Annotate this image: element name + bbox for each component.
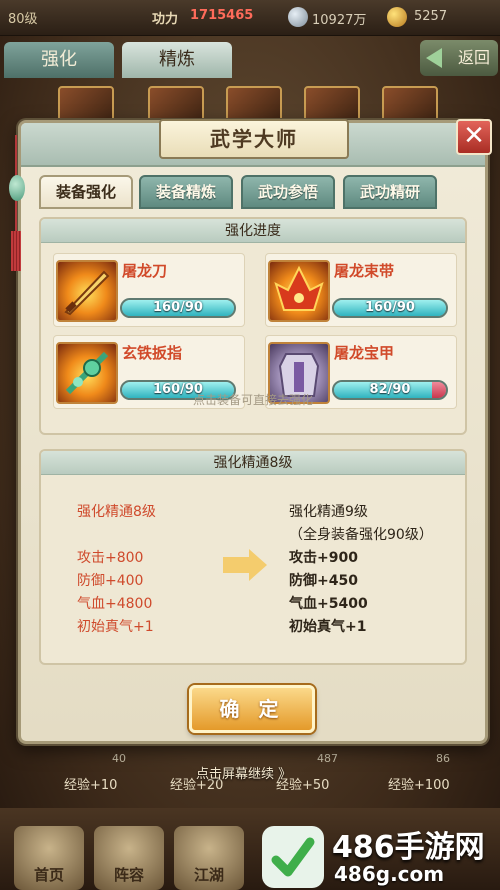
nav-jianghu-button[interactable]: 江湖 [174, 826, 244, 890]
nav-lineup-button[interactable]: 阵容 [94, 826, 164, 890]
confirm-button[interactable]: 确 定 [189, 685, 315, 733]
tab-refine-background[interactable]: 精炼 [122, 42, 232, 78]
exp-item-count: 86 [436, 752, 450, 765]
exp-item-count: 40 [112, 752, 126, 765]
watermark-title: 486手游网 [332, 830, 485, 865]
power-label: 功力 [152, 12, 179, 27]
close-button[interactable]: ✕ [456, 119, 492, 155]
silver-amount: 10927万 [312, 13, 367, 28]
next-defense: 防御+450 [289, 573, 358, 589]
next-mastery-stats: 强化精通9级 （全身装备强化90级） 攻击+900 防御+450 气血+5400… [289, 501, 433, 639]
tab-skill-comprehend[interactable]: 武功参悟 [241, 175, 335, 209]
dialog-title: 武学大师 [159, 119, 349, 159]
watermark-url: 486g.com [334, 862, 445, 886]
player-level: 80级 [8, 12, 38, 27]
next-qi: 初始真气+1 [289, 619, 367, 635]
enhance-progress-bar: 160/90 [120, 298, 236, 318]
progress-text: 160/90 [153, 300, 203, 315]
background-equip-slot[interactable] [58, 86, 114, 124]
arrow-right-icon [221, 547, 269, 583]
equip-card-blade[interactable]: 屠龙刀 160/90 [53, 253, 245, 327]
progress-section-title: 强化进度 [41, 219, 465, 243]
current-level: 强化精通8级 [77, 504, 156, 520]
exp-item[interactable]: 86 经验+100 [374, 748, 464, 798]
back-arrow-icon [426, 48, 442, 68]
top-status-bar: 80级 功力 1715465 10927万 5257 [0, 0, 500, 36]
close-icon: ✕ [463, 121, 485, 151]
equip-name: 屠龙束带 [334, 262, 395, 280]
back-button[interactable]: 返回 [420, 40, 498, 76]
current-hp: 气血+4800 [77, 596, 153, 612]
exp-item-label: 经验+10 [64, 778, 118, 793]
enhance-progress-bar: 160/90 [332, 298, 448, 318]
equip-name: 玄铁扳指 [122, 344, 183, 362]
enhance-progress-panel: 强化进度 屠龙刀 160/90 屠龙束带 160/90 玄铁扳指 160/90 … [39, 217, 467, 435]
next-condition: （全身装备强化90级） [289, 527, 433, 543]
gold-amount: 5257 [414, 9, 448, 24]
mastery-section-title: 强化精通8级 [41, 451, 465, 475]
site-watermark: 486手游网 486g.com [262, 822, 498, 888]
equip-name: 屠龙刀 [122, 262, 168, 280]
background-equipment-row [0, 82, 500, 124]
tap-equip-hint: 点击装备可直接去强化 [192, 393, 313, 407]
progress-text: 160/90 [365, 300, 415, 315]
current-qi: 初始真气+1 [77, 619, 154, 635]
tab-equip-enhance[interactable]: 装备强化 [39, 175, 133, 209]
tab-equip-refine[interactable]: 装备精炼 [139, 175, 233, 209]
exp-item-count: 487 [317, 752, 338, 765]
next-attack: 攻击+900 [289, 550, 358, 566]
dialog-tabs: 装备强化 装备精炼 武功参悟 武功精研 [39, 175, 479, 209]
dialog-header: 武学大师 ✕ [21, 119, 492, 167]
tab-skill-research[interactable]: 武功精研 [343, 175, 437, 209]
exp-item[interactable]: 40 经验+10 [50, 748, 140, 798]
mastery-panel: 强化精通8级 强化精通8级 攻击+800 防御+400 气血+4800 初始真气… [39, 449, 467, 665]
silver-coin-icon [288, 7, 308, 27]
equip-name: 屠龙宝甲 [334, 344, 395, 362]
next-level: 强化精通9级 [289, 504, 368, 520]
martial-master-dialog: 武学大师 ✕ 装备强化 装备精炼 武功参悟 武功精研 强化进度 屠龙刀 160/… [9, 119, 492, 744]
power-value: 1715465 [190, 8, 254, 23]
watermark-logo-icon [262, 826, 324, 888]
next-hp: 气血+5400 [289, 596, 368, 612]
current-attack: 攻击+800 [77, 550, 144, 566]
tap-to-continue-hint[interactable]: 点击屏幕继续 》 [196, 763, 291, 782]
current-mastery-stats: 强化精通8级 攻击+800 防御+400 气血+4800 初始真气+1 [77, 501, 156, 639]
back-label: 返回 [457, 48, 490, 67]
equip-card-belt[interactable]: 屠龙束带 160/90 [265, 253, 457, 327]
exp-item-label: 经验+100 [388, 778, 450, 793]
gold-ingot-icon [387, 7, 407, 27]
nav-home-button[interactable]: 首页 [14, 826, 84, 890]
dragon-belt-icon [268, 260, 330, 322]
current-defense: 防御+400 [77, 573, 144, 589]
dragon-blade-icon [56, 260, 118, 322]
background-equip-slot[interactable] [382, 86, 438, 124]
tab-enhance-background[interactable]: 强化 [4, 42, 114, 78]
